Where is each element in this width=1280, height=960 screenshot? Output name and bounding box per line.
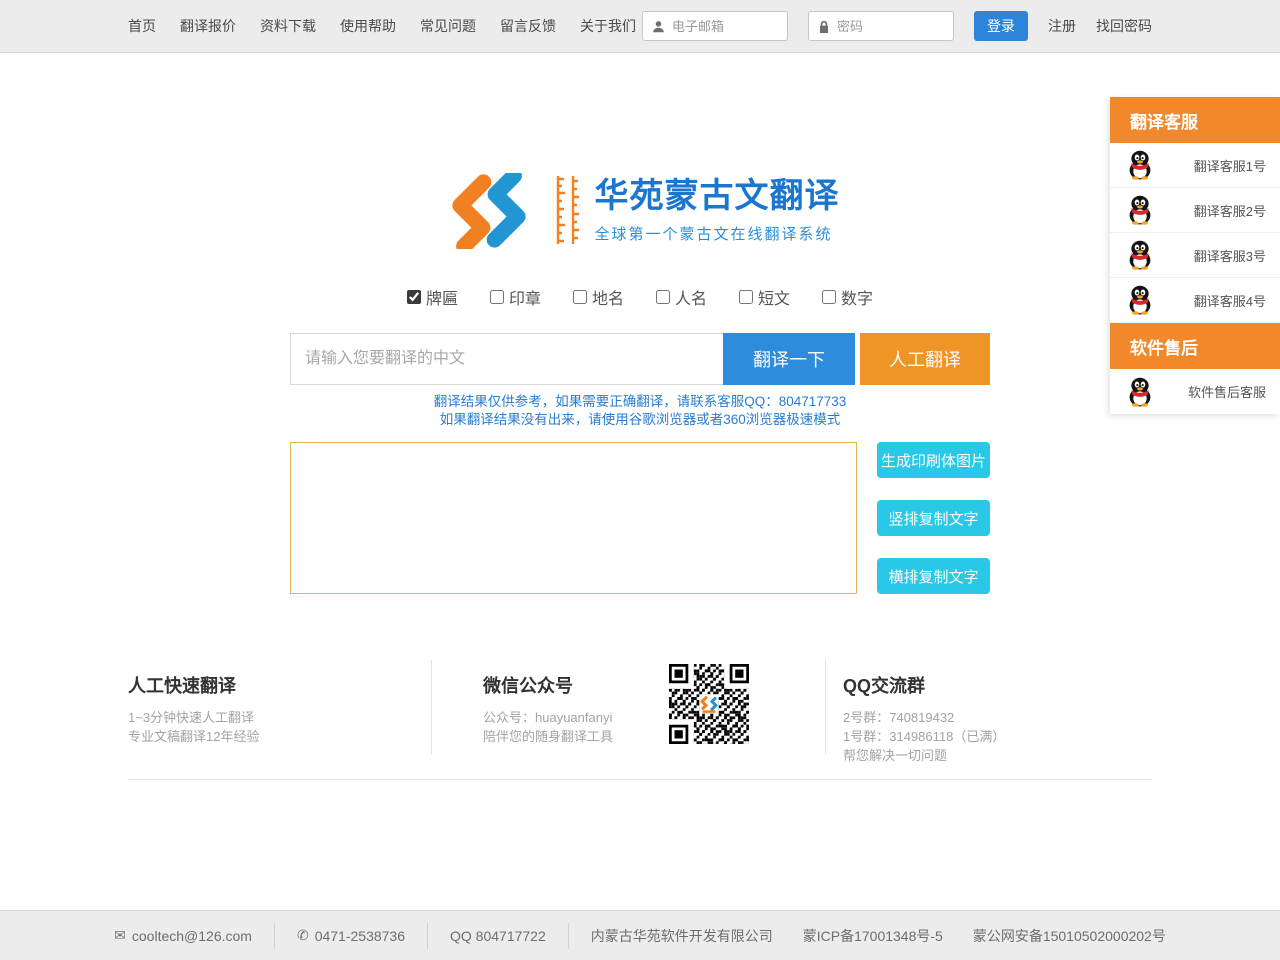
bottom-bar: ✉ cooltech@126.com ✆ 0471-2538736 QQ 804…: [0, 910, 1280, 960]
qq-penguin-icon: [1126, 240, 1154, 270]
translate-input[interactable]: [290, 333, 723, 385]
password-field[interactable]: [837, 19, 944, 34]
qq-penguin-icon: [1126, 285, 1154, 315]
manual-translate-button[interactable]: 人工翻译: [860, 333, 990, 385]
contact-phone: ✆ 0471-2538736: [297, 928, 405, 944]
envelope-icon: ✉: [114, 928, 126, 944]
phone-icon: ✆: [297, 928, 309, 944]
footer-qq-group: QQ交流群 2号群：740819432 1号群：314986118（已满） 帮您…: [826, 660, 1152, 765]
nav-item-about[interactable]: 关于我们: [580, 16, 636, 36]
result-actions: 生成印刷体图片 竖排复制文字 横排复制文字: [877, 442, 990, 594]
bottom-bar-divider: [427, 923, 428, 949]
footer-manual-title: 人工快速翻译: [128, 672, 431, 698]
category-placename[interactable]: 地名: [573, 285, 624, 309]
nav-item-home[interactable]: 首页: [128, 16, 156, 36]
register-link[interactable]: 注册: [1048, 16, 1076, 36]
service-agent-2[interactable]: 翻译客服2号: [1110, 188, 1280, 233]
qq-penguin-icon: [1126, 377, 1154, 407]
service-agent-3[interactable]: 翻译客服3号: [1110, 233, 1280, 278]
brand: 华苑蒙古文翻译 全球第一个蒙古文在线翻译系统: [0, 173, 1280, 249]
footer-divider: [128, 779, 1152, 780]
footer-wechat-title: 微信公众号: [483, 672, 613, 698]
main-nav: 首页 翻译报价 资料下载 使用帮助 常见问题 留言反馈 关于我们: [128, 16, 636, 36]
brand-mongolian-script: [549, 173, 583, 249]
main-content: 华苑蒙古文翻译 全球第一个蒙古文在线翻译系统 牌匾 印章 地名 人名: [0, 173, 1280, 594]
company-name: 内蒙古华苑软件开发有限公司: [591, 926, 773, 946]
police-license[interactable]: 蒙公网安备15010502000202号: [973, 926, 1166, 946]
wechat-qr-code: [669, 664, 749, 744]
site-footer: 人工快速翻译 1~3分钟快速人工翻译 专业文稿翻译12年经验 微信公众号 公众号…: [128, 660, 1152, 780]
service-agent-1[interactable]: 翻译客服1号: [1110, 143, 1280, 188]
category-signboard[interactable]: 牌匾: [407, 285, 458, 309]
auth-area: 登录 注册 找回密码: [642, 11, 1152, 41]
contact-email: ✉ cooltech@126.com: [114, 928, 252, 944]
category-personname[interactable]: 人名: [656, 285, 707, 309]
category-number[interactable]: 数字: [822, 285, 873, 309]
password-field-wrap: [808, 11, 954, 41]
notice-text: 翻译结果仅供参考，如果需要正确翻译，请联系客服QQ：804717733 如果翻译…: [0, 393, 1280, 429]
brand-subtitle: 全球第一个蒙古文在线翻译系统: [595, 223, 840, 244]
category-shorttext[interactable]: 短文: [739, 285, 790, 309]
category-signboard-checkbox[interactable]: [407, 290, 421, 304]
after-sales-agent[interactable]: 软件售后客服: [1110, 369, 1280, 414]
qq-penguin-icon: [1126, 195, 1154, 225]
footer-wechat: 微信公众号 公众号：huayuanfanyi 陪伴您的随身翻译工具: [432, 660, 826, 755]
user-icon: [652, 20, 665, 33]
sidebar-section-after-sales: 软件售后: [1110, 323, 1280, 369]
category-options: 牌匾 印章 地名 人名 短文 数字: [0, 285, 1280, 309]
email-field-wrap: [642, 11, 788, 41]
bottom-bar-divider: [274, 923, 275, 949]
result-row: 生成印刷体图片 竖排复制文字 横排复制文字: [290, 442, 990, 594]
category-seal[interactable]: 印章: [490, 285, 541, 309]
generate-print-image-button[interactable]: 生成印刷体图片: [877, 442, 990, 478]
nav-item-faq[interactable]: 常见问题: [420, 16, 476, 36]
notice-line-2: 如果翻译结果没有出来，请使用谷歌浏览器或者360浏览器极速模式: [0, 411, 1280, 429]
contact-qq: QQ 804717722: [450, 928, 546, 944]
sidebar-section-translate-service: 翻译客服: [1110, 97, 1280, 143]
top-bar: 首页 翻译报价 资料下载 使用帮助 常见问题 留言反馈 关于我们: [0, 0, 1280, 53]
nav-item-help[interactable]: 使用帮助: [340, 16, 396, 36]
category-placename-checkbox[interactable]: [573, 290, 587, 304]
copy-vertical-text-button[interactable]: 竖排复制文字: [877, 500, 990, 536]
brand-title: 华苑蒙古文翻译: [595, 178, 840, 215]
category-seal-checkbox[interactable]: [490, 290, 504, 304]
login-button[interactable]: 登录: [974, 11, 1028, 41]
forgot-password-link[interactable]: 找回密码: [1096, 16, 1152, 36]
translation-result-box[interactable]: [290, 442, 857, 594]
customer-service-sidebar: 翻译客服 翻译客服1号: [1110, 97, 1280, 414]
icp-license[interactable]: 蒙ICP备17001348号-5: [803, 926, 943, 946]
footer-qq-group-title: QQ交流群: [843, 672, 1152, 698]
bottom-bar-divider: [568, 923, 569, 949]
nav-item-pricing[interactable]: 翻译报价: [180, 16, 236, 36]
qq-penguin-icon: [1126, 150, 1154, 180]
service-agent-4[interactable]: 翻译客服4号: [1110, 278, 1280, 323]
brand-logo-mark: [441, 173, 537, 249]
notice-line-1: 翻译结果仅供参考，如果需要正确翻译，请联系客服QQ：804717733: [0, 393, 1280, 411]
translate-row: 翻译一下 人工翻译: [290, 333, 990, 385]
page: 首页 翻译报价 资料下载 使用帮助 常见问题 留言反馈 关于我们: [0, 0, 1280, 960]
category-number-checkbox[interactable]: [822, 290, 836, 304]
nav-item-feedback[interactable]: 留言反馈: [500, 16, 556, 36]
nav-item-downloads[interactable]: 资料下载: [260, 16, 316, 36]
copy-horizontal-text-button[interactable]: 横排复制文字: [877, 558, 990, 594]
translate-button[interactable]: 翻译一下: [723, 333, 855, 385]
category-personname-checkbox[interactable]: [656, 290, 670, 304]
footer-manual-translation: 人工快速翻译 1~3分钟快速人工翻译 专业文稿翻译12年经验: [128, 660, 432, 755]
email-field[interactable]: [672, 19, 778, 34]
lock-icon: [818, 20, 830, 33]
category-shorttext-checkbox[interactable]: [739, 290, 753, 304]
